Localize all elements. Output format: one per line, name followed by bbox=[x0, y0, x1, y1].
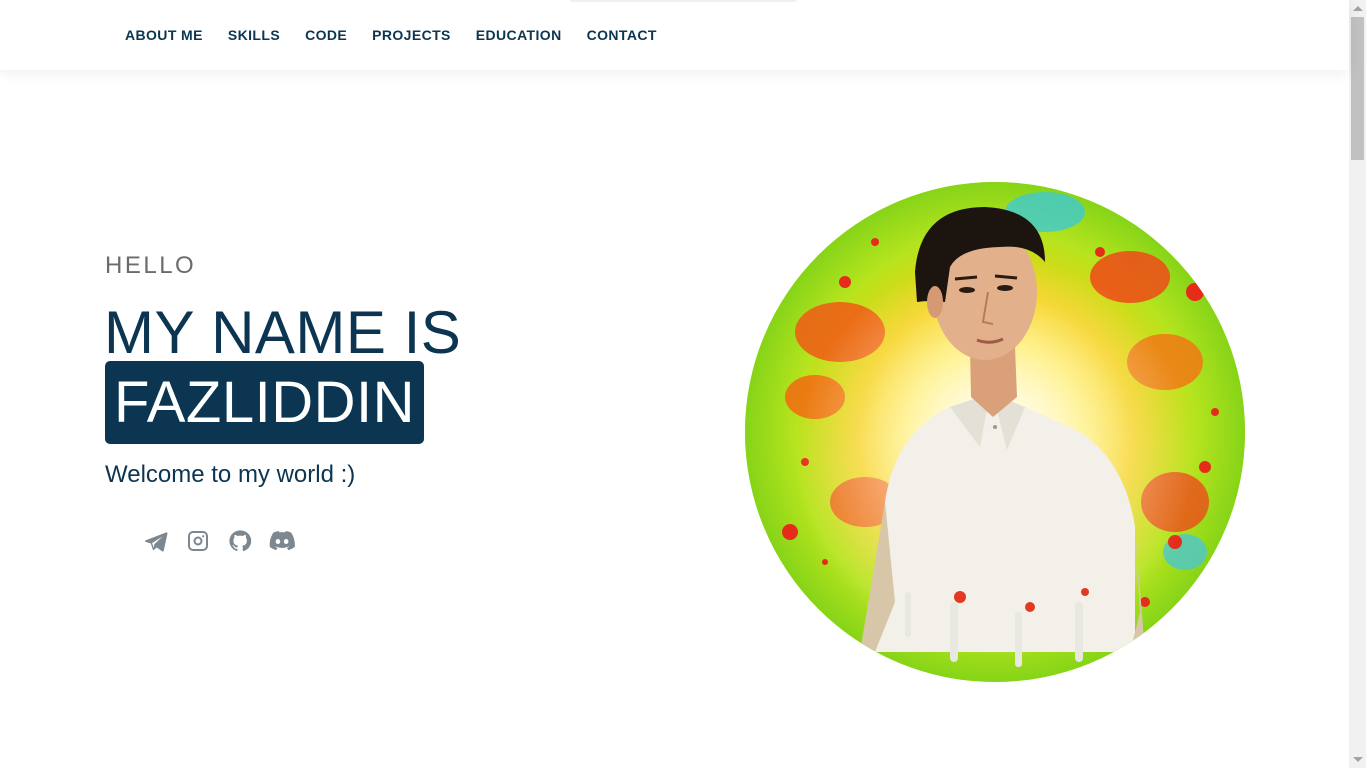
discord-icon[interactable] bbox=[269, 528, 295, 554]
nav-link-skills[interactable]: SKILLS bbox=[228, 27, 280, 43]
nav-top-shadow bbox=[570, 0, 796, 2]
hero-greeting: HELLO bbox=[105, 252, 197, 279]
nav-link-contact[interactable]: CONTACT bbox=[587, 27, 657, 43]
navbar: ABOUT ME SKILLS CODE PROJECTS EDUCATION … bbox=[0, 0, 1349, 70]
scrollbar-thumb[interactable] bbox=[1351, 17, 1364, 160]
instagram-icon[interactable] bbox=[185, 528, 211, 554]
profile-photo-art bbox=[745, 182, 1245, 682]
nav-links: ABOUT ME SKILLS CODE PROJECTS EDUCATION … bbox=[125, 27, 682, 43]
profile-photo bbox=[745, 182, 1245, 682]
nav-link-about-me[interactable]: ABOUT ME bbox=[125, 27, 203, 43]
github-icon[interactable] bbox=[227, 528, 253, 554]
nav-link-education[interactable]: EDUCATION bbox=[476, 27, 562, 43]
nav-link-code[interactable]: CODE bbox=[305, 27, 347, 43]
telegram-icon[interactable] bbox=[143, 528, 169, 554]
hero-intro: MY NAME IS bbox=[104, 299, 462, 366]
hero-tagline: Welcome to my world :) bbox=[105, 461, 356, 488]
hero-name-badge: FAZLIDDIN bbox=[105, 361, 424, 444]
scroll-up-icon[interactable] bbox=[1353, 6, 1363, 11]
scroll-down-icon[interactable] bbox=[1353, 757, 1363, 762]
social-links bbox=[143, 528, 311, 554]
nav-link-projects[interactable]: PROJECTS bbox=[372, 27, 451, 43]
